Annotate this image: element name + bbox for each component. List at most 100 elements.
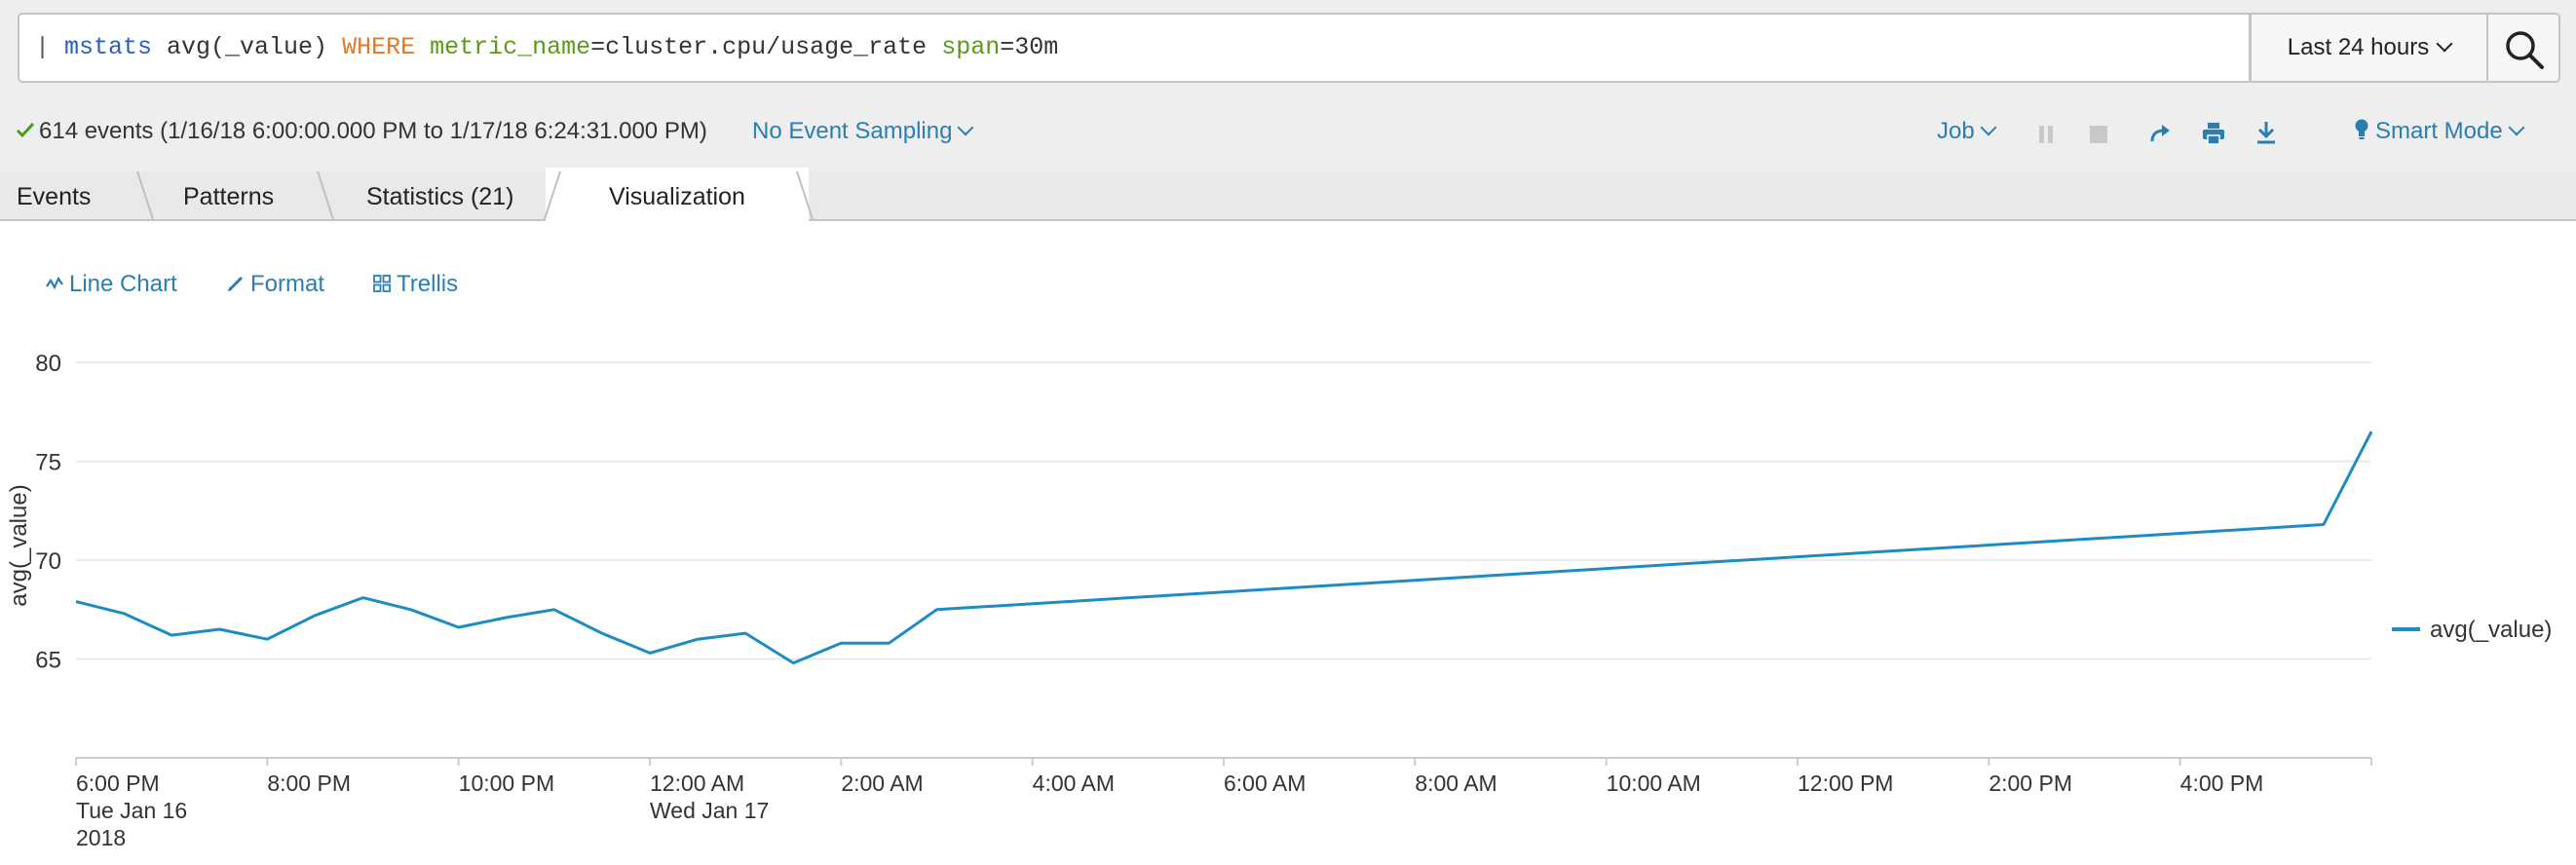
chart-legend[interactable]: avg(_value) bbox=[2392, 617, 2552, 643]
search-function: avg(_value) bbox=[152, 33, 343, 61]
results-tabs: Events Patterns Statistics (21) Visualiz… bbox=[0, 168, 2576, 221]
data-point[interactable] bbox=[791, 661, 795, 665]
search-command: mstats bbox=[64, 33, 153, 61]
trellis-grid-icon bbox=[373, 274, 391, 292]
job-menu-label: Job bbox=[1937, 118, 1975, 144]
line-chart-icon bbox=[46, 276, 63, 290]
search-field-metric-name: metric_name bbox=[415, 33, 591, 61]
data-point[interactable] bbox=[600, 631, 604, 635]
data-point[interactable] bbox=[696, 637, 700, 641]
trellis-button[interactable]: Trellis bbox=[373, 271, 458, 298]
x-tick-label: 10:00 PM bbox=[459, 771, 554, 796]
search-field-span: span bbox=[941, 33, 1001, 61]
data-point[interactable] bbox=[409, 608, 413, 612]
job-menu[interactable]: Job bbox=[1937, 118, 1997, 145]
data-point[interactable] bbox=[2322, 522, 2326, 526]
y-axis-title: avg(_value) bbox=[6, 484, 32, 606]
x-tick-label: 6:00 AM bbox=[1224, 771, 1306, 796]
chevron-down-icon bbox=[2508, 119, 2525, 136]
time-range-picker[interactable]: Last 24 hours bbox=[2251, 13, 2488, 83]
tab-events[interactable]: Events bbox=[17, 171, 91, 219]
pencil-icon bbox=[228, 276, 244, 291]
stop-button[interactable] bbox=[2089, 124, 2108, 151]
chart-series bbox=[74, 430, 2373, 665]
data-point[interactable] bbox=[361, 596, 365, 600]
chevron-down-icon bbox=[957, 119, 974, 136]
data-point[interactable] bbox=[552, 608, 556, 612]
share-button[interactable] bbox=[2149, 123, 2171, 151]
y-tick-label: 75 bbox=[35, 450, 61, 476]
x-tick-label: 8:00 AM bbox=[1415, 771, 1496, 796]
tab-divider bbox=[796, 171, 814, 219]
search-pipe: | bbox=[35, 33, 65, 61]
data-point[interactable] bbox=[74, 600, 78, 604]
x-tick-label: Tue Jan 16 bbox=[76, 798, 187, 823]
y-tick-label: 65 bbox=[35, 648, 61, 674]
x-tick-label: 12:00 PM bbox=[1798, 771, 1893, 796]
y-tick-label: 80 bbox=[35, 351, 61, 377]
event-count-text: 614 events (1/16/18 6:00:00.000 PM to 1/… bbox=[39, 118, 707, 144]
series-line[interactable] bbox=[75, 431, 2373, 665]
check-icon bbox=[16, 122, 35, 137]
data-point[interactable] bbox=[122, 612, 126, 616]
chart-axes: 65 70 75 80 6:00 PMTue Jan 162018 8:00 PM 10:0… bbox=[6, 351, 2372, 850]
legend-label[interactable]: avg(_value) bbox=[2430, 617, 2552, 643]
tab-statistics[interactable]: Statistics (21) bbox=[366, 171, 513, 219]
data-point[interactable] bbox=[265, 637, 269, 641]
x-tick-label: 2018 bbox=[76, 825, 126, 850]
data-point[interactable] bbox=[457, 625, 461, 629]
chevron-down-icon bbox=[2436, 35, 2453, 53]
pause-icon bbox=[2039, 126, 2053, 143]
search-value-metric-name: =cluster.cpu/usage_rate bbox=[590, 33, 942, 61]
search-value-span: =30m bbox=[1000, 33, 1059, 61]
event-sampling-dropdown[interactable]: No Event Sampling bbox=[752, 118, 974, 145]
data-point[interactable] bbox=[505, 616, 509, 620]
tab-patterns[interactable]: Patterns bbox=[183, 171, 274, 219]
tab-visualization[interactable]: Visualization bbox=[609, 171, 745, 219]
x-tick-label: 10:00 AM bbox=[1607, 771, 1701, 796]
print-button[interactable] bbox=[2202, 122, 2225, 152]
print-icon bbox=[2203, 123, 2224, 145]
data-point[interactable] bbox=[887, 641, 890, 645]
search-where-keyword: WHERE bbox=[342, 33, 416, 61]
search-mode-label: Smart Mode bbox=[2375, 118, 2503, 144]
x-tick-label: 2:00 AM bbox=[841, 771, 923, 796]
download-icon bbox=[2257, 122, 2275, 144]
data-point[interactable] bbox=[313, 614, 317, 618]
x-tick-label: 4:00 AM bbox=[1033, 771, 1115, 796]
share-icon bbox=[2150, 125, 2170, 142]
x-tick-label: 4:00 PM bbox=[2180, 771, 2264, 796]
search-icon bbox=[2506, 31, 2544, 69]
chart-type-label: Line Chart bbox=[69, 271, 177, 297]
data-point[interactable] bbox=[2369, 430, 2373, 433]
tab-divider bbox=[317, 171, 334, 219]
stop-icon bbox=[2090, 126, 2107, 143]
data-point[interactable] bbox=[217, 627, 221, 631]
data-point[interactable] bbox=[743, 631, 747, 635]
x-tick-label: Wed Jan 17 bbox=[650, 798, 769, 823]
x-tick-label: 2:00 PM bbox=[1989, 771, 2072, 796]
y-tick-label: 70 bbox=[35, 548, 61, 575]
format-label: Format bbox=[250, 271, 325, 297]
x-tick-label: 6:00 PM bbox=[76, 771, 160, 796]
x-tick-label: 8:00 PM bbox=[267, 771, 351, 796]
search-mode-dropdown[interactable]: Smart Mode bbox=[2354, 118, 2525, 145]
tab-divider bbox=[544, 171, 561, 219]
x-tick-label: 12:00 AM bbox=[650, 771, 744, 796]
format-button[interactable]: Format bbox=[227, 271, 324, 298]
search-input[interactable]: | mstats avg(_value) WHERE metric_name=c… bbox=[18, 13, 2251, 83]
export-button[interactable] bbox=[2255, 121, 2277, 151]
chart-type-button[interactable]: Line Chart bbox=[46, 271, 177, 298]
data-point[interactable] bbox=[648, 651, 652, 655]
data-point[interactable] bbox=[935, 608, 939, 612]
data-point[interactable] bbox=[839, 641, 843, 645]
search-button[interactable] bbox=[2488, 13, 2560, 83]
trellis-label: Trellis bbox=[397, 271, 459, 297]
pause-button[interactable] bbox=[2037, 124, 2055, 151]
data-point[interactable] bbox=[170, 633, 173, 637]
lightbulb-icon bbox=[2355, 119, 2368, 139]
job-status-row: 614 events (1/16/18 6:00:00.000 PM to 1/… bbox=[0, 110, 2576, 159]
line-chart: 65 70 75 80 6:00 PMTue Jan 162018 8:00 PM 10:0… bbox=[6, 351, 2552, 850]
event-sampling-label: No Event Sampling bbox=[752, 118, 953, 144]
event-count: 614 events (1/16/18 6:00:00.000 PM to 1/… bbox=[16, 118, 707, 145]
